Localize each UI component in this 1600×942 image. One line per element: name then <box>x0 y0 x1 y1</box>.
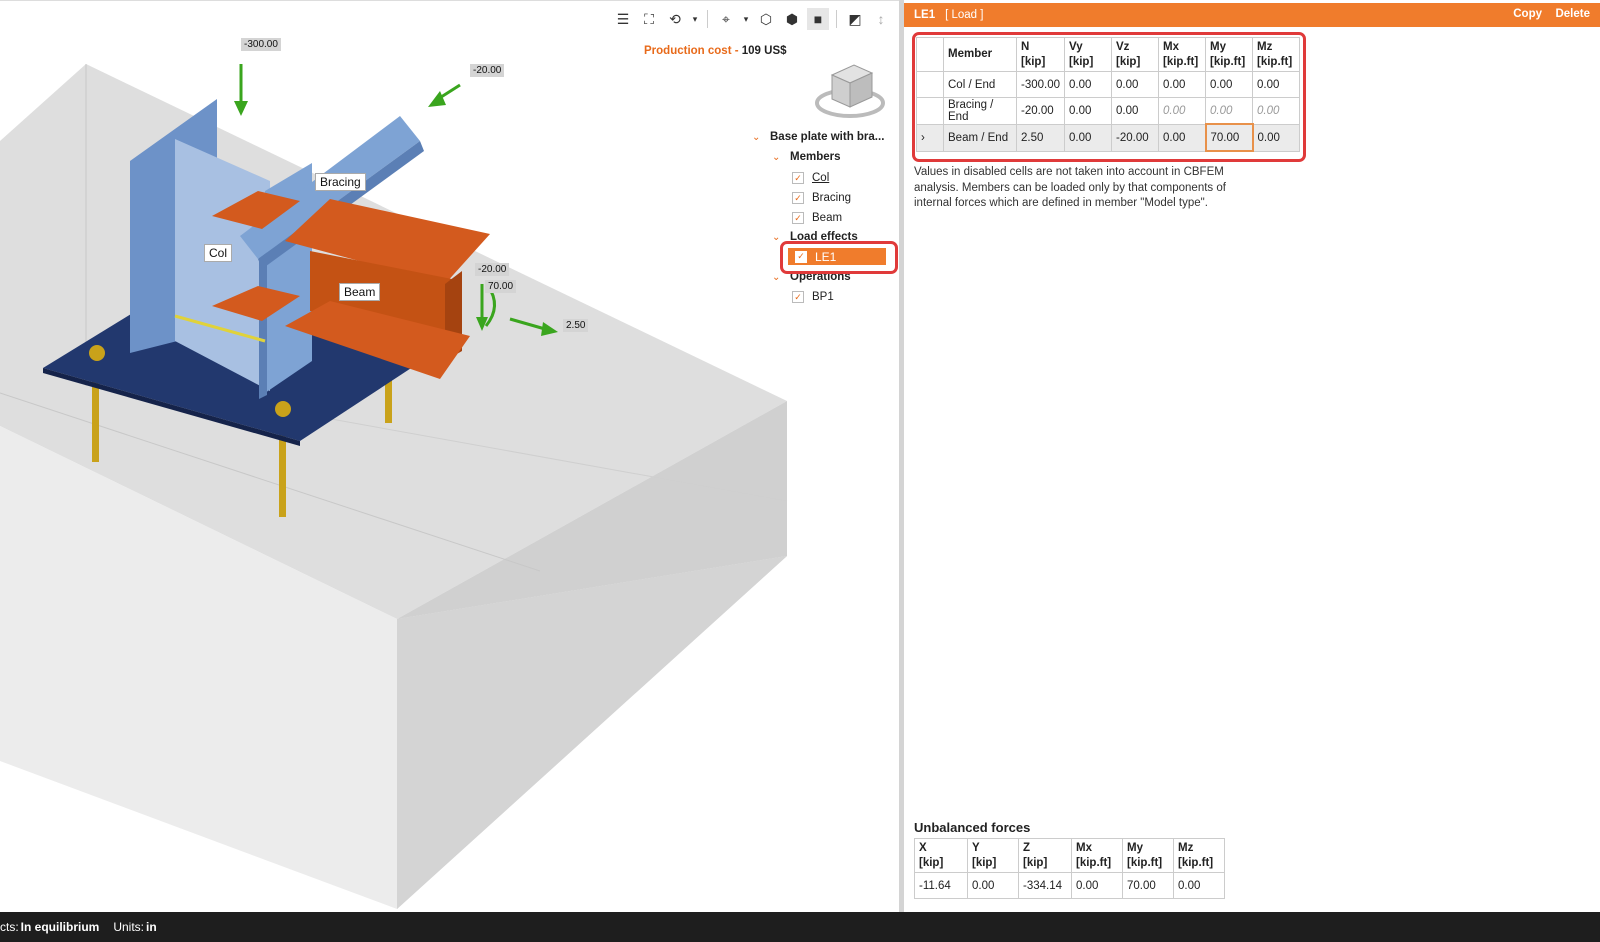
load-arrow-head <box>234 101 248 116</box>
chevron-down-icon[interactable]: ⌄ <box>772 152 784 163</box>
anchor-rod <box>279 431 286 517</box>
production-cost-separator: - <box>731 45 742 57</box>
load-arrow-head <box>428 91 446 107</box>
value-cell: 70.00 <box>1122 872 1174 899</box>
value-cell: 0.00 <box>967 872 1019 899</box>
toolbar-divider <box>836 10 837 28</box>
load-effect-name: LE1 <box>914 9 936 21</box>
wireframe-icon[interactable]: ⬡ <box>755 8 777 30</box>
rotate-icon[interactable]: ⟲ <box>664 8 686 30</box>
view-toolbar: ☰ ⛶ ⟲ ▾ ⌖ ▾ ⬡ ⬢ ■ ◩ ↕ ⌂ <box>612 7 899 31</box>
tree-members[interactable]: ⌄ Members <box>772 148 841 166</box>
toolbar-divider <box>707 10 708 28</box>
value-cell: 0.00 <box>1071 872 1123 899</box>
chevron-down-icon[interactable]: ▾ <box>741 8 751 30</box>
highlight-box <box>780 241 898 274</box>
tree-item-beam[interactable]: ✓ Beam <box>792 209 842 227</box>
disabled-cells-note: Values in disabled cells are not taken i… <box>914 166 1226 209</box>
label-beam[interactable]: Beam <box>339 283 381 301</box>
transparent-icon[interactable]: ⬢ <box>781 8 803 30</box>
checkbox-icon[interactable]: ✓ <box>792 291 804 303</box>
load-value-beam-my: 70.00 <box>485 280 517 293</box>
tree-members-label: Members <box>790 151 841 163</box>
tree-item-bracing[interactable]: ✓ Bracing <box>792 189 851 207</box>
checkbox-icon[interactable]: ✓ <box>792 172 804 184</box>
load-value-beam-n: 2.50 <box>563 319 589 332</box>
tree-item-label: Bracing <box>812 192 851 204</box>
column-header-z: Z [kip] <box>1018 838 1072 873</box>
navigation-cube-icon[interactable] <box>814 57 886 123</box>
tree-item-label: Col <box>812 172 830 184</box>
checkbox-icon[interactable]: ✓ <box>792 212 804 224</box>
delete-button[interactable]: Delete <box>1555 8 1590 20</box>
bolt <box>275 401 291 417</box>
checkbox-icon[interactable]: ✓ <box>792 192 804 204</box>
table-row: -11.64 0.00 -334.14 0.00 70.00 0.00 <box>914 872 1225 899</box>
column-header-y: Y [kip] <box>967 838 1019 873</box>
load-value-col-n: -300.00 <box>241 38 281 51</box>
value-cell: 0.00 <box>1173 872 1225 899</box>
value-cell: -334.14 <box>1018 872 1072 899</box>
load-value-beam-vz: -20.00 <box>475 263 510 276</box>
solid-icon[interactable]: ■ <box>807 8 829 30</box>
column-header-x: X [kip] <box>914 838 968 873</box>
crop-icon[interactable]: ⌖ <box>715 8 737 30</box>
3d-viewport[interactable]: Col Bracing Beam -300.00 -20.00 -20.00 7… <box>0 0 899 913</box>
ruler-icon[interactable]: ☰ <box>612 8 634 30</box>
production-cost-value: 109 US$ <box>741 45 787 57</box>
production-cost-label: Production cost <box>644 45 732 57</box>
load-effect-type: [ Load ] <box>945 9 984 21</box>
production-cost: Production cost - 109 US$ <box>644 45 787 57</box>
tree-root[interactable]: ⌄ Base plate with bra... <box>752 128 884 146</box>
column-header-my: My [kip.ft] <box>1122 838 1174 873</box>
tree-root-label: Base plate with bra... <box>770 131 885 143</box>
unbalanced-forces-table: X [kip] Y [kip] Z [kip] Mx [kip.ft] My [kip.f… <box>914 838 1225 899</box>
section-icon[interactable]: ◩ <box>844 8 866 30</box>
status-units-label: Units: <box>113 920 145 934</box>
table-header-row: X [kip] Y [kip] Z [kip] Mx [kip.ft] My [kip.f… <box>914 838 1225 873</box>
chevron-down-icon[interactable]: ▾ <box>690 8 700 30</box>
tree-item-bp1[interactable]: ✓ BP1 <box>792 288 834 306</box>
label-col[interactable]: Col <box>204 244 233 262</box>
tree-item-col[interactable]: ✓ Col <box>792 169 829 187</box>
fit-view-icon[interactable]: ⛶ <box>638 8 660 30</box>
panel-header: LE1 [ Load ] Copy Delete <box>904 3 1600 27</box>
chevron-down-icon[interactable]: ⌄ <box>772 232 784 243</box>
copy-button[interactable]: Copy <box>1513 8 1542 20</box>
highlight-box <box>912 32 1306 162</box>
status-bar: cts: In equilibrium Units: in <box>0 912 1600 942</box>
load-value-bracing-n: -20.00 <box>470 64 505 77</box>
label-bracing[interactable]: Bracing <box>315 173 366 191</box>
anchor-rod <box>92 376 99 462</box>
unbalanced-forces-title: Unbalanced forces <box>914 820 1031 835</box>
column-header-mz: Mz [kip.ft] <box>1173 838 1225 873</box>
tree-item-label: Beam <box>812 212 843 224</box>
tree-item-label: BP1 <box>812 291 834 303</box>
value-cell: -11.64 <box>914 872 968 899</box>
status-units-value: in <box>146 920 157 934</box>
load-effect-panel: LE1 [ Load ] Copy Delete Member N [kip] V… <box>904 0 1600 912</box>
chevron-down-icon[interactable]: ⌄ <box>752 132 764 143</box>
status-effects-label: cts: <box>0 920 19 934</box>
column-header-mx: Mx [kip.ft] <box>1071 838 1123 873</box>
bolt <box>89 345 105 361</box>
status-effects-value: In equilibrium <box>20 920 100 934</box>
chevron-down-icon[interactable]: ⌄ <box>772 272 784 283</box>
mirror-icon[interactable]: ↕ <box>870 8 892 30</box>
